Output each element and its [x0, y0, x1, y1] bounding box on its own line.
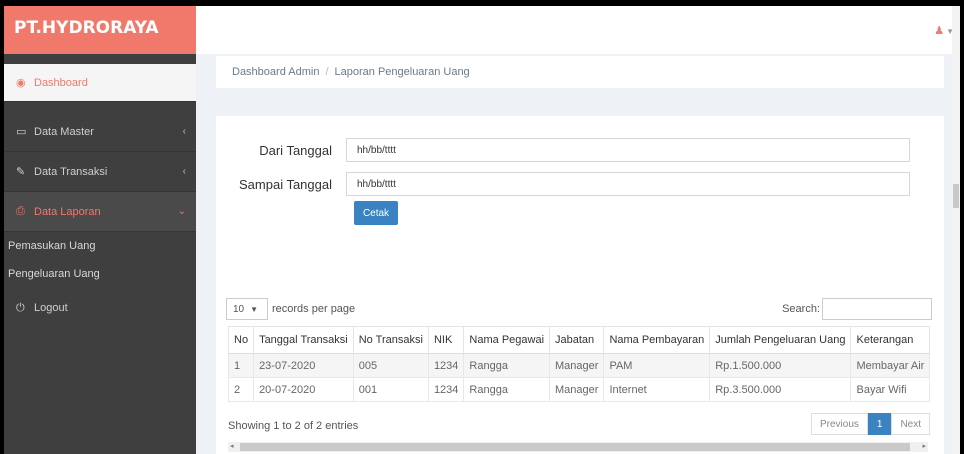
- chevron-left-icon: ‹: [182, 126, 186, 137]
- table-header-row: No Tanggal Transaksi No Transaksi NIK Na…: [227, 326, 931, 354]
- user-icon: ♟: [934, 25, 945, 37]
- expense-table: No Tanggal Transaksi No Transaksi NIK Na…: [227, 326, 931, 402]
- table-cell: 23-07-2020: [253, 353, 354, 378]
- dashboard-icon: ◉: [16, 77, 26, 89]
- from-date-input[interactable]: hh/bb/tttt: [346, 138, 910, 162]
- to-date-input[interactable]: hh/bb/tttt: [346, 172, 910, 196]
- search-label: Search:: [782, 303, 820, 315]
- horizontal-scrollbar[interactable]: ◂ ▸: [228, 442, 928, 452]
- report-panel: Dari Tanggal hh/bb/tttt Sampai Tanggal h…: [216, 116, 944, 454]
- table-cell: Internet: [603, 377, 711, 402]
- sidebar-item-label: Data Laporan: [34, 205, 101, 218]
- sidebar-item-data-transaksi[interactable]: ✎ Data Transaksi ‹: [4, 152, 196, 192]
- dropdown-arrow-icon: ▼: [250, 304, 259, 314]
- table-cell: Rangga: [463, 353, 551, 378]
- edit-icon: ✎: [16, 166, 26, 178]
- table-cell: 2: [227, 377, 255, 402]
- scrollbar-thumb[interactable]: [953, 184, 959, 208]
- power-icon: ⏻: [16, 301, 25, 314]
- table-info: Showing 1 to 2 of 2 entries: [228, 420, 359, 432]
- table-row: 2 20-07-2020 001 1234 Rangga Manager Int…: [227, 377, 931, 402]
- column-header[interactable]: NIK: [427, 326, 465, 354]
- table-cell: Rp.3.500.000: [709, 377, 852, 402]
- table-cell: 1234: [427, 353, 465, 378]
- breadcrumb-current: Laporan Pengeluaran Uang: [334, 66, 470, 78]
- sidebar-subitem-pengeluaran-uang[interactable]: Pengeluaran Uang: [4, 260, 196, 288]
- chevron-left-icon: ‹: [182, 166, 186, 177]
- column-header[interactable]: Nama Pembayaran: [603, 326, 711, 354]
- chevron-down-icon: ⌄: [177, 206, 186, 217]
- from-date-label: Dari Tanggal: [259, 142, 332, 158]
- table-cell: Rangga: [463, 377, 551, 402]
- sidebar: PT.HYDRORAYA ◉ Dashboard ▭ Data Master ‹…: [4, 6, 196, 454]
- scrollbar-thumb[interactable]: [240, 443, 910, 451]
- to-date-row: Sampai Tanggal hh/bb/tttt: [216, 172, 910, 196]
- table-search: Search:: [782, 298, 932, 320]
- monitor-icon: ▭: [16, 126, 27, 138]
- print-button[interactable]: Cetak: [354, 201, 398, 225]
- column-header[interactable]: Jabatan: [549, 326, 605, 354]
- column-header[interactable]: Tanggal Transaksi: [253, 326, 354, 354]
- pagination-previous[interactable]: Previous: [810, 413, 868, 435]
- sidebar-item-data-laporan[interactable]: ⎙ Data Laporan ⌄: [4, 192, 196, 232]
- sidebar-item-dashboard[interactable]: ◉ Dashboard: [4, 64, 196, 102]
- brand-logo[interactable]: PT.HYDRORAYA: [4, 6, 196, 54]
- column-header[interactable]: Keterangan: [850, 326, 931, 354]
- sidebar-subitem-pemasukan-uang[interactable]: Pemasukan Uang: [4, 232, 196, 260]
- column-header[interactable]: Jumlah Pengeluaran Uang: [709, 326, 852, 354]
- sidebar-item-label: Data Master: [34, 125, 94, 138]
- table-cell: Bayar Wifi: [850, 377, 931, 402]
- column-header[interactable]: Nama Pegawai: [463, 326, 551, 354]
- table-cell: 1: [227, 353, 255, 378]
- top-navbar: ♟ ▼: [196, 6, 960, 54]
- breadcrumb: Dashboard Admin / Laporan Pengeluaran Uang: [216, 56, 944, 88]
- pagination-page[interactable]: 1: [867, 413, 892, 435]
- pagination-next[interactable]: Next: [891, 413, 930, 435]
- sidebar-item-data-master[interactable]: ▭ Data Master ‹: [4, 112, 196, 152]
- sidebar-item-label: Data Transaksi: [34, 165, 108, 178]
- breadcrumb-separator: /: [325, 66, 329, 78]
- table-cell: 1234: [427, 377, 465, 402]
- table-cell: Membayar Air: [850, 353, 931, 378]
- table-cell: Manager: [549, 353, 605, 378]
- app-frame: PT.HYDRORAYA ◉ Dashboard ▭ Data Master ‹…: [4, 6, 960, 454]
- from-date-row: Dari Tanggal hh/bb/tttt: [216, 138, 910, 162]
- table-cell: Manager: [549, 377, 605, 402]
- column-header[interactable]: No Transaksi: [352, 326, 429, 354]
- sidebar-item-label: Dashboard: [34, 76, 88, 89]
- to-date-label: Sampai Tanggal: [239, 176, 332, 192]
- breadcrumb-home[interactable]: Dashboard Admin: [232, 66, 319, 78]
- vertical-scrollbar[interactable]: [952, 6, 960, 454]
- records-per-page-select[interactable]: 10 ▼: [226, 298, 268, 320]
- scroll-right-icon[interactable]: ▸: [922, 442, 926, 452]
- table-cell: 001: [352, 377, 429, 402]
- print-icon: ⎙: [16, 205, 25, 217]
- records-per-page-label: records per page: [272, 303, 356, 315]
- table-cell: Rp.1.500.000: [709, 353, 852, 378]
- column-header[interactable]: No: [227, 326, 255, 354]
- sidebar-item-logout[interactable]: ⏻ Logout: [4, 288, 196, 328]
- table-row: 1 23-07-2020 005 1234 Rangga Manager PAM…: [227, 353, 931, 378]
- search-input[interactable]: [822, 298, 932, 320]
- table-cell: PAM: [603, 353, 711, 378]
- table-cell: 20-07-2020: [253, 377, 354, 402]
- sidebar-item-label: Logout: [34, 302, 68, 314]
- table-cell: 005: [352, 353, 429, 378]
- scroll-left-icon[interactable]: ◂: [230, 442, 234, 452]
- pagination: Previous 1 Next: [810, 413, 930, 435]
- records-per-page: 10 ▼ records per page: [226, 298, 355, 320]
